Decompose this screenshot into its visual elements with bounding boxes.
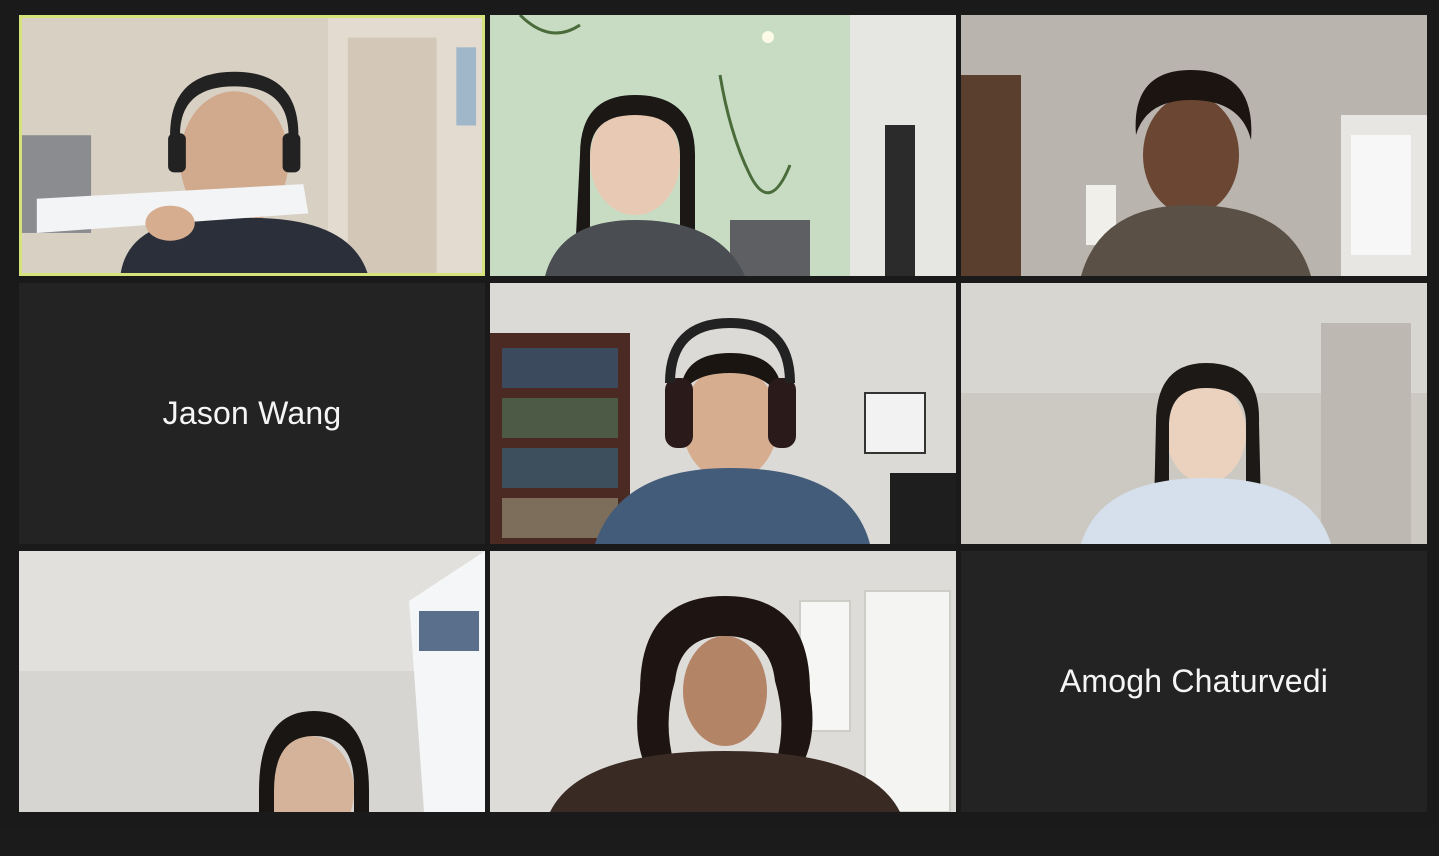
- participant-name: Amogh Chaturvedi: [1059, 663, 1329, 699]
- participant-tile-active-speaker[interactable]: [19, 15, 485, 276]
- participant-tile[interactable]: [490, 283, 956, 544]
- participant-gallery: Jason Wang Amogh Chaturvedi: [19, 15, 1427, 813]
- participant-tile[interactable]: [961, 15, 1427, 276]
- participant-name: Jason Wang: [162, 395, 342, 431]
- participant-tile-video-off[interactable]: Amogh Chaturvedi: [961, 551, 1427, 812]
- participant-tile[interactable]: [490, 551, 956, 812]
- participant-tile[interactable]: [961, 283, 1427, 544]
- participant-video: [19, 551, 485, 812]
- meeting-bottom-bar: [0, 826, 1439, 856]
- participant-video: [490, 283, 956, 544]
- participant-video: [22, 18, 482, 273]
- participant-video: [961, 15, 1427, 276]
- participant-tile-video-off[interactable]: Jason Wang: [19, 283, 485, 544]
- participant-tile[interactable]: [490, 15, 956, 276]
- participant-video: [490, 15, 956, 276]
- participant-video: [961, 283, 1427, 544]
- participant-video: [490, 551, 956, 812]
- participant-tile[interactable]: [19, 551, 485, 812]
- video-call-window: Jason Wang Amogh Chaturvedi: [0, 0, 1439, 856]
